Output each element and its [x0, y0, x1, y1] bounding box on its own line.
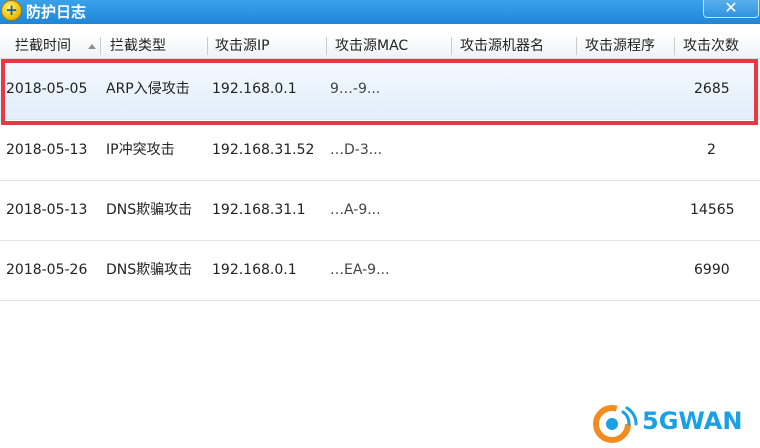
column-header-mac[interactable]: 攻击源MAC	[335, 34, 408, 58]
cell-count: 2	[707, 142, 716, 158]
cell-type: ARP入侵攻击	[106, 81, 190, 97]
cell-count: 2685	[694, 81, 730, 97]
cell-ip: 192.168.0.1	[212, 81, 297, 97]
cell-mac: 9…-9...	[330, 81, 381, 97]
column-header-time[interactable]: 拦截时间	[15, 34, 71, 58]
table-row[interactable]: 2018-05-13 IP冲突攻击 192.168.31.52 …D-3... …	[0, 120, 760, 181]
watermark-text: 5GWAN	[642, 407, 743, 435]
column-divider[interactable]	[207, 37, 208, 55]
plus-shield-icon: +	[1, 0, 22, 21]
cell-mac: …D-3...	[330, 142, 383, 158]
table-row[interactable]: 2018-05-26 DNS欺骗攻击 192.168.0.1 …EA-9... …	[0, 240, 760, 301]
cell-time: 2018-05-13	[6, 142, 88, 158]
close-button[interactable]: ✕	[703, 0, 759, 18]
column-header-program[interactable]: 攻击源程序	[585, 34, 655, 58]
column-divider[interactable]	[100, 37, 101, 55]
cell-count: 6990	[694, 262, 730, 278]
sort-ascending-icon	[88, 44, 96, 49]
cell-type: DNS欺骗攻击	[106, 262, 193, 278]
cell-mac: …EA-9...	[330, 262, 390, 278]
cell-ip: 192.168.0.1	[212, 262, 297, 278]
title-bar: + 防护日志 ✕	[0, 0, 760, 24]
cell-time: 2018-05-13	[6, 202, 88, 218]
table-header: 拦截时间 拦截类型 攻击源IP 攻击源MAC 攻击源机器名 攻击源程序 攻击次数	[0, 34, 760, 59]
column-header-host[interactable]: 攻击源机器名	[460, 34, 544, 58]
cell-count: 14565	[690, 202, 735, 218]
window-title: 防护日志	[26, 3, 87, 21]
column-header-type[interactable]: 拦截类型	[110, 34, 166, 58]
column-divider[interactable]	[326, 37, 327, 55]
cell-ip: 192.168.31.1	[212, 202, 306, 218]
column-divider[interactable]	[674, 37, 675, 55]
column-divider[interactable]	[576, 37, 577, 55]
cell-mac: …A-9...	[330, 202, 381, 218]
column-header-ip[interactable]: 攻击源IP	[215, 34, 270, 58]
table-row[interactable]: 2018-05-05 ARP入侵攻击 192.168.0.1 9…-9... 2…	[0, 59, 760, 120]
cell-ip: 192.168.31.52	[212, 142, 315, 158]
cell-time: 2018-05-26	[6, 262, 88, 278]
watermark-logo: 5GWAN	[590, 402, 760, 444]
cell-type: IP冲突攻击	[106, 142, 175, 158]
column-header-count[interactable]: 攻击次数	[683, 34, 739, 58]
column-divider[interactable]	[451, 37, 452, 55]
cell-time: 2018-05-05	[6, 81, 88, 97]
5gwan-logo-icon	[593, 405, 638, 443]
table-row[interactable]: 2018-05-13 DNS欺骗攻击 192.168.31.1 …A-9... …	[0, 180, 760, 241]
cell-type: DNS欺骗攻击	[106, 202, 193, 218]
